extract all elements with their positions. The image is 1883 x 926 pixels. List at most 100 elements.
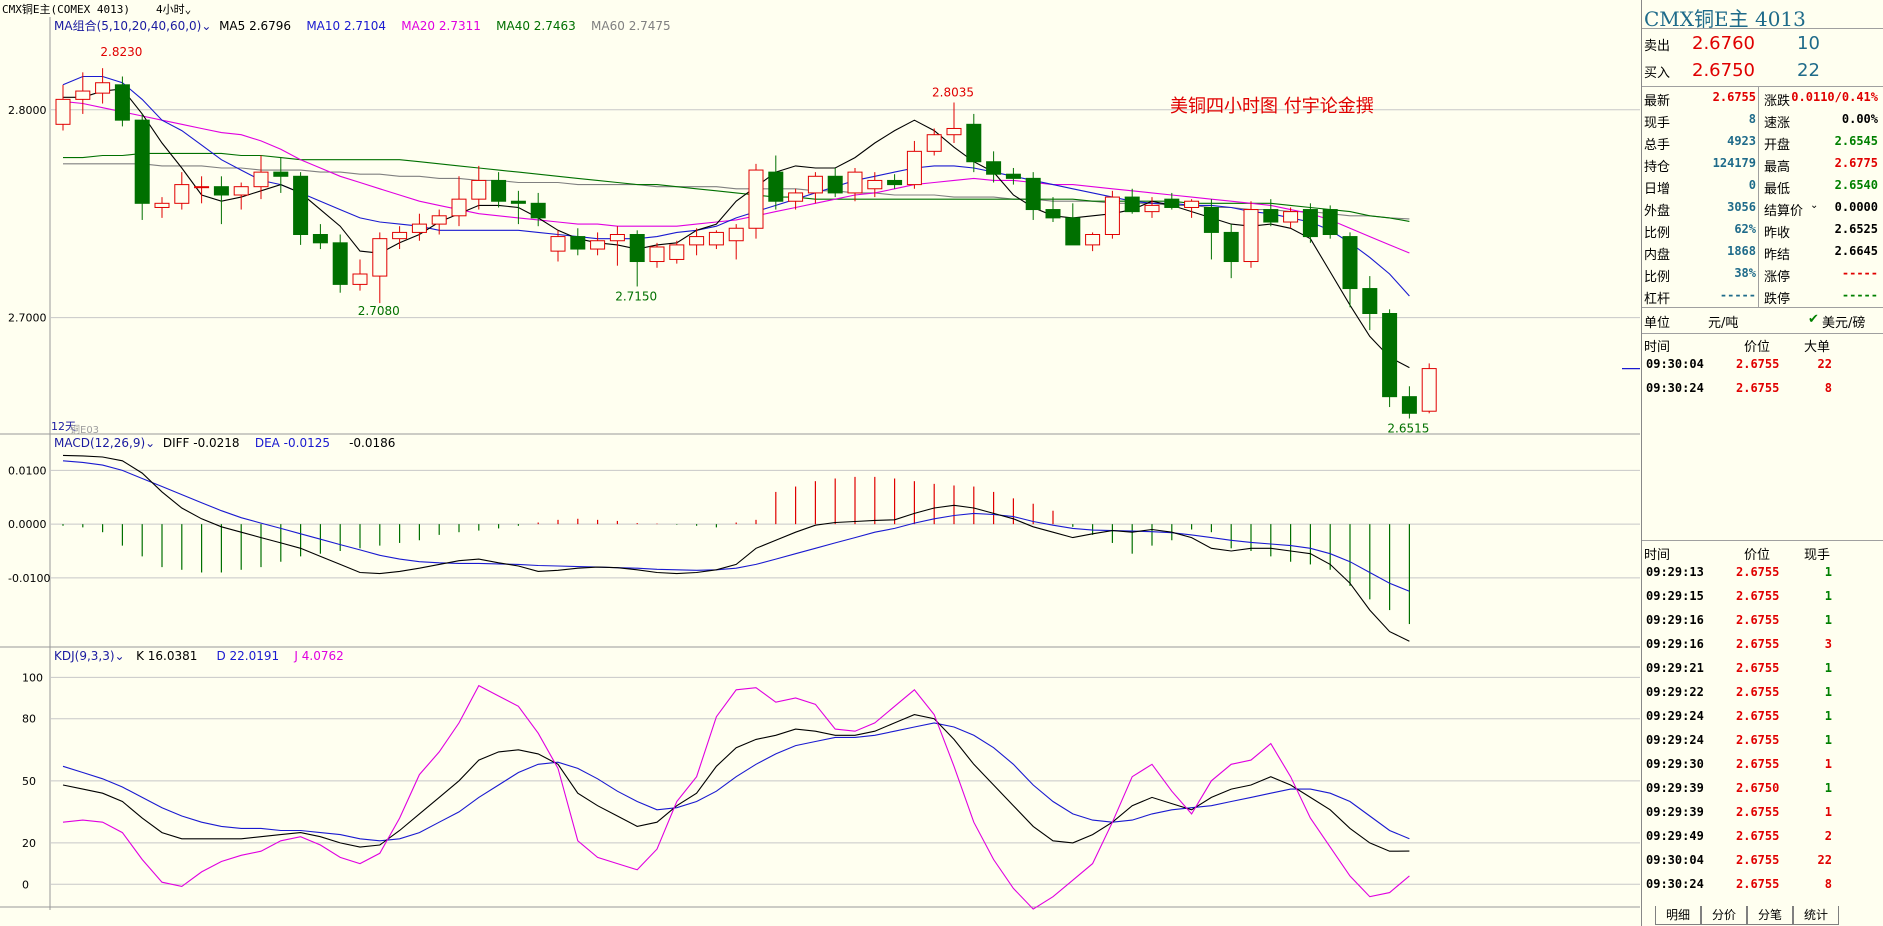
candle-up [431, 215, 447, 225]
candle-up [392, 231, 408, 240]
candle-down [312, 234, 328, 244]
kdj-axis-label: 100 [22, 671, 43, 684]
cell: 2.6755 [1736, 613, 1780, 627]
stat-label: 昨收 [1764, 226, 1791, 241]
stat-row: 总手 4923 开盘 2.6545 [1642, 134, 1883, 154]
candle-up [1421, 368, 1437, 412]
tick-row[interactable]: 09:29:21 2.6755 1 [1642, 661, 1883, 679]
tick-row[interactable]: 09:30:24 2.6755 8 [1642, 877, 1883, 895]
stat-value: 2.6545 [1834, 134, 1878, 148]
tick-row[interactable]: 09:29:24 2.6755 1 [1642, 733, 1883, 751]
stat-value: ----- [1841, 288, 1878, 302]
kline-chart-svg[interactable]: 2.8000 2.7000 0.0100 0.0000 -0.0100 100 80 50 20… [0, 17, 1640, 925]
tick-row[interactable]: 09:29:22 2.6755 1 [1642, 685, 1883, 703]
macd-legend: MACD(12,26,9)⌄ DIFF -0.0218 DEA -0.0125 … [54, 436, 395, 450]
k-value: K 16.0381 [136, 649, 198, 663]
candle-up [352, 273, 368, 285]
macd-indicator-name[interactable]: MACD(12,26,9) [54, 436, 145, 450]
stat-row: 外盘 3056 结算价 0.0000 ⌄ [1642, 200, 1883, 220]
cell: 1 [1824, 661, 1832, 675]
unit-usd[interactable]: 美元/磅 [1822, 312, 1865, 331]
candle-down [134, 119, 150, 204]
tab-price-distribution[interactable]: 分价 [1701, 906, 1747, 925]
candle-down [1203, 206, 1219, 233]
cell: 22 [1817, 357, 1832, 371]
tick-row[interactable]: 09:30:04 2.6755 22 [1642, 853, 1883, 871]
stat-row: 杠杆 ----- 跌停 ----- [1642, 288, 1883, 308]
tick-row[interactable]: 09:29:16 2.6755 3 [1642, 637, 1883, 655]
stat-value: 8 [1748, 112, 1756, 126]
tick-row[interactable]: 09:29:16 2.6755 1 [1642, 613, 1883, 631]
cell: 2.6755 [1736, 357, 1780, 371]
candle-up [194, 186, 210, 189]
candle-up [1184, 200, 1200, 208]
stat-value: ----- [1719, 288, 1756, 302]
cell: 09:30:04 [1646, 853, 1704, 867]
candle-up [372, 238, 388, 277]
cell: 2.6755 [1736, 829, 1780, 843]
cell: 1 [1824, 565, 1832, 579]
d-value: D 22.0191 [216, 649, 280, 663]
stat-value: 62% [1734, 222, 1756, 236]
ma20-value: MA20 2.7311 [401, 19, 481, 33]
kdj-indicator-name[interactable]: KDJ(9,3,3) [54, 649, 115, 663]
stat-label: 日增 [1644, 182, 1671, 197]
cell: 09:29:22 [1646, 685, 1704, 699]
cell: 1 [1824, 781, 1832, 795]
cell: 3 [1824, 637, 1832, 651]
tick-row[interactable]: 09:29:39 2.6755 1 [1642, 805, 1883, 823]
stat-value: 0 [1748, 178, 1756, 192]
tab-detail[interactable]: 明细 [1655, 906, 1701, 925]
stat-value: ----- [1841, 266, 1878, 280]
period-selector[interactable]: 4小时⌄ [156, 1, 191, 17]
buy-row[interactable]: 买入 2.6750 22 [1642, 60, 1883, 82]
stat-label: 内盘 [1644, 248, 1671, 263]
cell: 2.6755 [1736, 381, 1780, 395]
cell: 09:29:30 [1646, 757, 1704, 771]
cell: 1 [1824, 805, 1832, 819]
candle-down [1263, 209, 1279, 223]
unit-cny[interactable]: 元/吨 [1708, 312, 1738, 331]
candle-up [926, 134, 942, 152]
big-order-row[interactable]: 09:30:04 2.6755 22 [1642, 357, 1883, 375]
dea-value: DEA -0.0125 [254, 436, 330, 450]
price-extreme-label: 2.6515 [1387, 421, 1429, 435]
stat-row: 日增 0 最低 2.6540 [1642, 178, 1883, 198]
kdj-axis-label: 50 [22, 775, 36, 788]
ma40-value: MA40 2.7463 [496, 19, 576, 33]
tab-tick-trades[interactable]: 分笔 [1747, 906, 1793, 925]
stat-value: 38% [1734, 266, 1756, 280]
cell: 2.6755 [1736, 853, 1780, 867]
main-indicator-name[interactable]: MA组合(5,10,20,40,60,0) [54, 19, 201, 33]
stat-value: 2.6540 [1834, 178, 1878, 192]
tick-row[interactable]: 09:29:15 2.6755 1 [1642, 589, 1883, 607]
main-legend: MA组合(5,10,20,40,60,0)⌄ MA5 2.6796 MA10 2… [54, 17, 671, 34]
candle-up [154, 202, 170, 208]
candle-down [1005, 173, 1021, 179]
sell-volume: 10 [1797, 33, 1820, 54]
stat-label: 结算价 [1764, 204, 1804, 219]
cell: 09:29:13 [1646, 565, 1704, 579]
tab-statistics[interactable]: 统计 [1793, 906, 1839, 925]
cell: 09:30:24 [1646, 381, 1704, 395]
tick-row[interactable]: 09:29:13 2.6755 1 [1642, 565, 1883, 583]
candle-up [174, 184, 190, 204]
chart-area[interactable]: 2.8000 2.7000 0.0100 0.0000 -0.0100 100 80 50 20… [0, 17, 1640, 925]
candle-down [1124, 196, 1140, 213]
instrument-title[interactable]: CMX铜E主(COMEX 4013) [2, 1, 130, 17]
chevron-down-icon[interactable]: ⌄ [1810, 200, 1818, 211]
cell: 2 [1824, 829, 1832, 843]
price-axis-label: 2.8000 [8, 104, 47, 117]
contract-watermark: 铜E03 [70, 425, 100, 436]
tick-row[interactable]: 09:29:39 2.6750 1 [1642, 781, 1883, 799]
sell-row[interactable]: 卖出 2.6760 10 [1642, 33, 1883, 55]
tick-row[interactable]: 09:29:49 2.6755 2 [1642, 829, 1883, 847]
buy-volume: 22 [1797, 60, 1820, 81]
cell: 2.6755 [1736, 589, 1780, 603]
big-order-row[interactable]: 09:30:24 2.6755 8 [1642, 381, 1883, 399]
stat-label: 比例 [1644, 270, 1671, 285]
tick-row[interactable]: 09:29:24 2.6755 1 [1642, 709, 1883, 727]
cell: 2.6755 [1736, 637, 1780, 651]
tick-row[interactable]: 09:29:30 2.6755 1 [1642, 757, 1883, 775]
cell: 2.6755 [1736, 877, 1780, 891]
